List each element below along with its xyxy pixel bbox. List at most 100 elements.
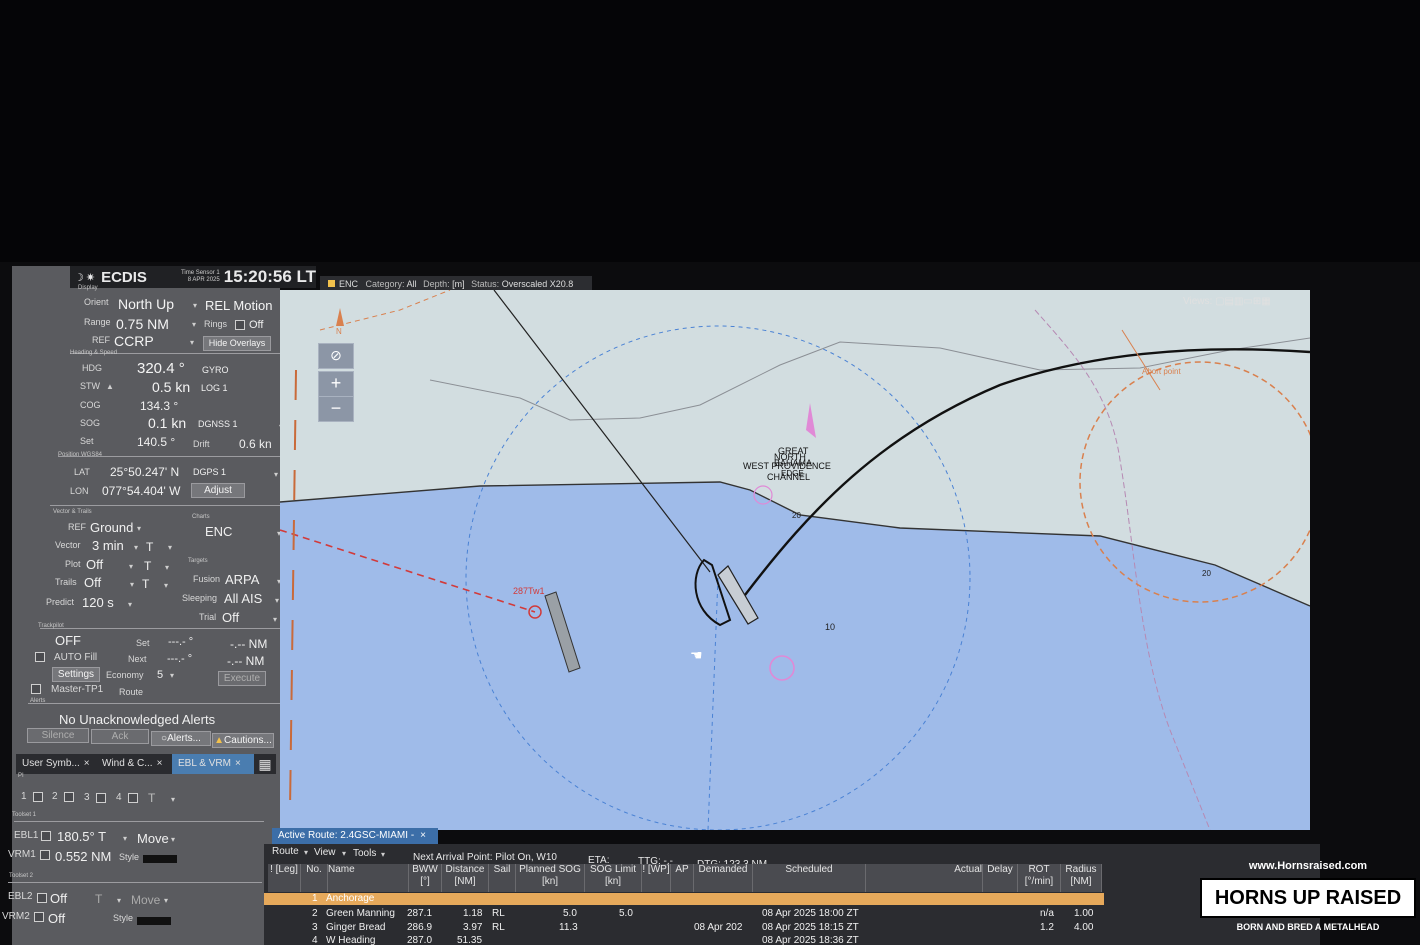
view-menu-caret-icon[interactable]: ▾	[342, 849, 346, 858]
ebl1-checkbox[interactable]	[41, 831, 51, 841]
cautions-button[interactable]: ▲Cautions...	[212, 733, 274, 748]
col-radius[interactable]: Radius [NM]	[1061, 864, 1102, 892]
close-icon[interactable]: ×	[84, 758, 90, 769]
lat-source[interactable]: DGPS 1	[193, 467, 226, 477]
col-leg[interactable]: ! [Leg]	[268, 864, 301, 892]
trial-dropdown-icon[interactable]: ▾	[273, 615, 277, 624]
tools-menu-caret-icon[interactable]: ▾	[381, 850, 385, 859]
tab-ebl-vrm[interactable]: EBL & VRM ×	[172, 754, 254, 774]
pi-4-checkbox[interactable]	[128, 793, 138, 803]
move-button[interactable]: Move	[137, 831, 169, 846]
col-actual[interactable]: Actual	[866, 864, 983, 892]
silence-button[interactable]: Silence	[27, 728, 89, 743]
close-icon[interactable]: ×	[235, 758, 241, 769]
lat-source-dropdown-icon[interactable]: ▾	[274, 470, 278, 479]
move2-button[interactable]: Move	[131, 893, 160, 907]
fusion-value[interactable]: ARPA	[225, 572, 259, 587]
trails-mode[interactable]: T	[142, 577, 149, 591]
col-sail[interactable]: Sail	[489, 864, 516, 892]
rings-checkbox[interactable]	[235, 320, 245, 330]
col-ap[interactable]: AP	[671, 864, 694, 892]
table-row[interactable]: 2 Green Manning 287.1 1.18 RL 5.0 5.0 08…	[264, 908, 1104, 920]
sleeping-value[interactable]: All AIS	[224, 591, 262, 606]
col-no[interactable]: No.	[301, 864, 328, 892]
tab-wind[interactable]: Wind & C... ×	[96, 754, 174, 774]
table-row[interactable]: 3 Ginger Bread 286.9 3.97 RL 11.3 08 Apr…	[264, 922, 1104, 934]
vector-ref-dropdown-icon[interactable]: ▾	[137, 524, 141, 533]
col-bww[interactable]: BWW [°]	[409, 864, 442, 892]
moon-icon[interactable]: ☽	[74, 271, 84, 284]
vector-value[interactable]: 3 min	[92, 538, 124, 553]
view-quad-icon[interactable]: ⊞	[1253, 296, 1261, 307]
view-menu[interactable]: View	[314, 847, 336, 858]
tools-menu[interactable]: Tools	[353, 848, 376, 859]
ebl2-checkbox[interactable]	[37, 893, 47, 903]
vector-mode-dropdown-icon[interactable]: ▾	[168, 543, 172, 552]
adjust-button[interactable]: Adjust	[191, 483, 245, 498]
sleeping-dropdown-icon[interactable]: ▾	[275, 596, 279, 605]
pi-mode[interactable]: T	[148, 791, 155, 805]
ebl1-dropdown-icon[interactable]: ▾	[123, 834, 127, 843]
route-menu[interactable]: Route	[272, 846, 299, 857]
predict-dropdown-icon[interactable]: ▾	[128, 600, 132, 609]
col-delay[interactable]: Delay	[983, 864, 1018, 892]
vrm1-value[interactable]: 0.552 NM	[55, 849, 111, 864]
orient-value[interactable]: North Up	[118, 296, 174, 312]
sun-icon[interactable]: ✷	[86, 271, 95, 284]
pi-mode-dropdown-icon[interactable]: ▾	[171, 795, 175, 804]
range-dropdown-icon[interactable]: ▾	[192, 320, 196, 329]
pi-2-checkbox[interactable]	[64, 792, 74, 802]
move-dropdown-icon[interactable]: ▾	[171, 835, 175, 844]
motion-value[interactable]: REL Motion	[205, 298, 272, 313]
view-single-icon[interactable]: ▢	[1215, 296, 1224, 307]
economy-dropdown-icon[interactable]: ▾	[170, 671, 174, 680]
pi-1-checkbox[interactable]	[33, 792, 43, 802]
range-value[interactable]: 0.75 NM	[116, 316, 169, 332]
vector-dropdown-icon[interactable]: ▾	[134, 543, 138, 552]
table-row[interactable]: 1 Anchorage	[264, 893, 1104, 905]
view-grid-icon[interactable]: ▦	[1261, 296, 1270, 307]
zoom-out-button[interactable]: −	[318, 396, 354, 422]
tab-user-symbols[interactable]: User Symb... ×	[16, 754, 98, 774]
trails-dropdown-icon[interactable]: ▾	[130, 580, 134, 589]
ebl2-mode[interactable]: T	[95, 892, 102, 906]
stw-source[interactable]: LOG 1	[201, 383, 228, 393]
grid-menu-icon[interactable]: ▦	[254, 754, 276, 774]
col-wp[interactable]: ! [WP]	[642, 864, 671, 892]
vector-ref-value[interactable]: Ground	[90, 520, 133, 535]
auto-fill-checkbox[interactable]	[35, 652, 45, 662]
col-name[interactable]: Name	[328, 864, 409, 892]
col-sog-limit[interactable]: SOG Limit [kn]	[585, 864, 642, 892]
hide-overlays-button[interactable]: Hide Overlays	[203, 336, 271, 351]
settings-button[interactable]: Settings	[52, 667, 100, 682]
active-route-tab[interactable]: Active Route: 2.4GSC-MIAMI - ×	[272, 828, 438, 844]
col-demanded[interactable]: Demanded	[694, 864, 753, 892]
orient-dropdown-icon[interactable]: ▾	[193, 301, 197, 310]
alerts-button[interactable]: ○Alerts...	[151, 731, 211, 746]
col-planned-sog[interactable]: Planned SOG [kn]	[516, 864, 585, 892]
ref-dropdown-icon[interactable]: ▾	[190, 338, 194, 347]
master-tp1-checkbox[interactable]	[31, 684, 41, 694]
chart-svg[interactable]: 287Tw1 Abort point GREAT NORTH BAHAMA WE…	[280, 290, 1310, 830]
predict-value[interactable]: 120 s	[82, 595, 114, 610]
trails-value[interactable]: Off	[84, 575, 101, 590]
table-row[interactable]: 4 W Heading 287.0 51.35 08 Apr 2025 18:3…	[264, 935, 1104, 945]
view-split-v-icon[interactable]: ▥	[1234, 296, 1243, 307]
sog-source[interactable]: DGNSS 1	[198, 419, 238, 429]
trial-value[interactable]: Off	[222, 610, 239, 625]
trails-mode-dropdown-icon[interactable]: ▾	[164, 581, 168, 590]
execute-button[interactable]: Execute	[218, 671, 266, 686]
vrm1-checkbox[interactable]	[40, 850, 50, 860]
hdg-source[interactable]: GYRO	[202, 365, 229, 375]
nautical-chart[interactable]: 287Tw1 Abort point GREAT NORTH BAHAMA WE…	[280, 290, 1310, 830]
zoom-in-button[interactable]: +	[318, 371, 354, 397]
vector-mode[interactable]: T	[146, 540, 153, 554]
ebl1-value[interactable]: 180.5° T	[57, 829, 106, 844]
style-swatch[interactable]	[143, 855, 177, 863]
vrm2-checkbox[interactable]	[34, 912, 44, 922]
economy-value[interactable]: 5	[157, 669, 163, 681]
plot-mode-dropdown-icon[interactable]: ▾	[165, 563, 169, 572]
close-icon[interactable]: ×	[420, 830, 426, 841]
view-dual-icon[interactable]: ▭	[1243, 296, 1252, 307]
route-menu-caret-icon[interactable]: ▾	[304, 848, 308, 857]
